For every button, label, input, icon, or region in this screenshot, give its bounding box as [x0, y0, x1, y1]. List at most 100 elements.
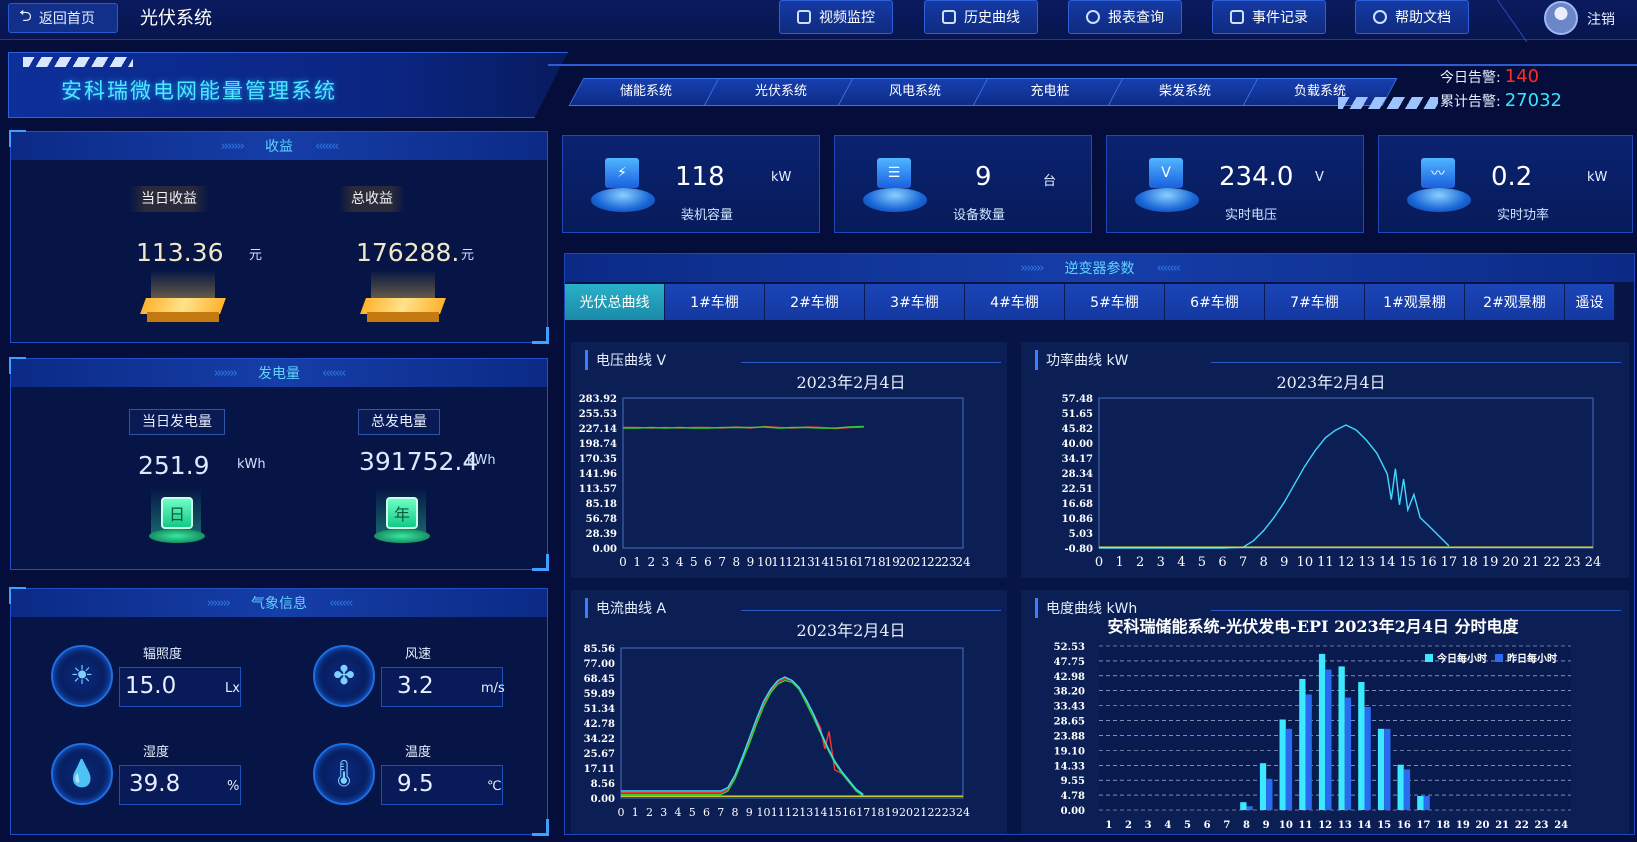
x-tick-label: 9 — [1263, 820, 1270, 831]
inverter-panel-header: ››››››› 逆变器参数 ‹‹‹‹‹‹‹ — [565, 254, 1634, 282]
history-curve-label: 历史曲线 — [964, 10, 1020, 26]
legend-swatch — [1425, 654, 1433, 662]
total-generation-label: 总发电量 — [358, 409, 440, 435]
tab-energy-storage[interactable]: 储能系统 — [568, 78, 724, 106]
event-log-label: 事件记录 — [1252, 10, 1308, 26]
tab-pv-total-curve[interactable]: 光伏总曲线 — [565, 284, 665, 320]
tab-diesel-system[interactable]: 柴发系统 — [1107, 78, 1263, 106]
x-tick-label: 16 — [1420, 555, 1437, 570]
gold-box-icon — [140, 270, 226, 326]
today-generation-unit: kWh — [237, 457, 266, 472]
back-home-button[interactable]: ⮌ 返回首页 — [8, 3, 118, 33]
irradiance-value: 15.0 — [125, 673, 177, 699]
video-monitor-button[interactable]: 视频监控 — [779, 0, 893, 34]
tab-carport-1[interactable]: 1#车棚 — [665, 284, 765, 320]
tab-carport-2[interactable]: 2#车棚 — [765, 284, 865, 320]
x-tick-label: 3 — [1157, 555, 1165, 570]
tab-wind-system[interactable]: 风电系统 — [837, 78, 993, 106]
x-tick-label: 6 — [1218, 555, 1226, 570]
power-unit: kW — [1587, 170, 1608, 185]
x-tick-label: 23 — [942, 806, 956, 819]
event-log-button[interactable]: 事件记录 — [1212, 0, 1326, 34]
document-icon — [1230, 10, 1244, 24]
tab-pv-system[interactable]: 光伏系统 — [703, 78, 859, 106]
total-alarm-label: 累计告警: — [1440, 94, 1501, 110]
x-tick-label: 2 — [648, 555, 656, 569]
chevrons-right-icon: ››››››› — [1020, 260, 1044, 276]
chevrons-right-icon: ››››››› — [220, 138, 245, 154]
bar-0 — [1240, 802, 1247, 810]
capacity-value: 118 — [675, 162, 725, 192]
tab-carport-3[interactable]: 3#车棚 — [865, 284, 965, 320]
tab-carport-4[interactable]: 4#车棚 — [965, 284, 1065, 320]
x-tick-label: 20 — [1476, 820, 1490, 831]
x-tick-label: 0 — [1095, 555, 1103, 570]
y-tick-label: 141.96 — [579, 469, 617, 480]
pulse-icon: 〰 — [1407, 148, 1471, 218]
x-tick-label: 8 — [732, 806, 739, 819]
stat-card-voltage: V 234.0 V 实时电压 — [1106, 135, 1364, 233]
x-tick-label: 7 — [717, 806, 724, 819]
today-generation-value: 251.9 — [138, 451, 210, 480]
tab-charging-pile[interactable]: 充电桩 — [972, 78, 1128, 106]
generation-panel: ››››››› 发电量 ‹‹‹‹‹‹‹ 当日发电量 总发电量 251.9 kWh… — [9, 357, 549, 571]
bar-1 — [1246, 806, 1253, 810]
chevrons-left-icon: ‹‹‹‹‹‹‹ — [329, 595, 353, 611]
sun-icon: ☀ — [51, 645, 113, 707]
x-tick-label: 18 — [871, 806, 885, 819]
y-tick-label: 51.65 — [1062, 409, 1093, 420]
fan-icon: ✤ — [313, 645, 375, 707]
tab-label: 储能系统 — [619, 84, 672, 99]
weather-title: 气象信息 — [251, 596, 307, 612]
bar-1 — [1266, 778, 1273, 810]
x-tick-label: 17 — [1441, 555, 1458, 570]
tab-carport-5[interactable]: 5#车棚 — [1065, 284, 1165, 320]
header-title-plate: 安科瑞微电网能量管理系统 — [8, 52, 568, 118]
help-doc-label: 帮助文档 — [1395, 10, 1451, 26]
tab-carport-7[interactable]: 7#车棚 — [1265, 284, 1365, 320]
tab-label: 光伏系统 — [754, 84, 807, 99]
history-curve-button[interactable]: 历史曲线 — [924, 0, 1038, 34]
x-tick-label: 22 — [1544, 555, 1561, 570]
y-tick-label: 47.75 — [1054, 657, 1085, 668]
report-query-button[interactable]: 报表查询 — [1068, 0, 1182, 34]
tab-viewing-shed-2[interactable]: 2#观景棚 — [1465, 284, 1565, 320]
x-tick-label: 13 — [800, 555, 815, 569]
irradiance-label: 辐照度 — [143, 647, 183, 662]
x-tick-label: 1 — [1115, 555, 1123, 570]
tab-remote-setting[interactable]: 遥设 — [1565, 284, 1615, 320]
top-bar: ⮌ 返回首页 光伏系统 视频监控 历史曲线 报表查询 事件记录 帮助文档 注销 — [0, 0, 1637, 42]
gold-box-icon — [360, 270, 446, 326]
search-icon — [1086, 10, 1100, 24]
plot-area — [1099, 646, 1571, 810]
today-generation-label: 当日发电量 — [129, 409, 225, 435]
x-tick-label: 4 — [676, 555, 684, 569]
y-tick-label: 77.00 — [584, 659, 615, 670]
y-tick-label: 14.33 — [1054, 761, 1085, 772]
logout-button[interactable]: 注销 — [1587, 9, 1615, 29]
total-revenue-unit: 元 — [461, 248, 475, 263]
help-doc-button[interactable]: 帮助文档 — [1355, 0, 1469, 34]
y-tick-label: 25.67 — [584, 749, 615, 760]
y-tick-label: 28.34 — [1062, 469, 1093, 480]
x-tick-label: 7 — [1239, 555, 1247, 570]
tab-viewing-shed-1[interactable]: 1#观景棚 — [1365, 284, 1465, 320]
x-tick-label: 21 — [913, 806, 927, 819]
weather-panel-header: ››››››› 气象信息 ‹‹‹‹‹‹‹ — [11, 589, 547, 617]
temperature-unit: ℃ — [487, 779, 502, 794]
x-tick-label: 19 — [885, 555, 900, 569]
wind-speed-value: 3.2 — [397, 673, 434, 699]
user-avatar[interactable] — [1544, 1, 1578, 35]
chevrons-right-icon: ››››››› — [213, 365, 238, 381]
voltage-unit: V — [1315, 170, 1324, 185]
x-tick-label: 13 — [1358, 555, 1375, 570]
legend-label: 今日每小时 — [1436, 652, 1487, 665]
plot-area — [620, 647, 964, 799]
energy-chart-panel: 电度曲线 kWh 安科瑞储能系统-光伏发电-EPI 2023年2月4日 分时电度… — [1021, 590, 1629, 834]
temperature-label: 温度 — [405, 745, 432, 760]
tab-carport-6[interactable]: 6#车棚 — [1165, 284, 1265, 320]
voltage-label: 实时电压 — [1225, 208, 1278, 223]
x-tick-label: 21 — [1523, 555, 1540, 570]
total-generation-value: 391752.4 — [359, 447, 479, 476]
bar-0 — [1417, 796, 1424, 810]
